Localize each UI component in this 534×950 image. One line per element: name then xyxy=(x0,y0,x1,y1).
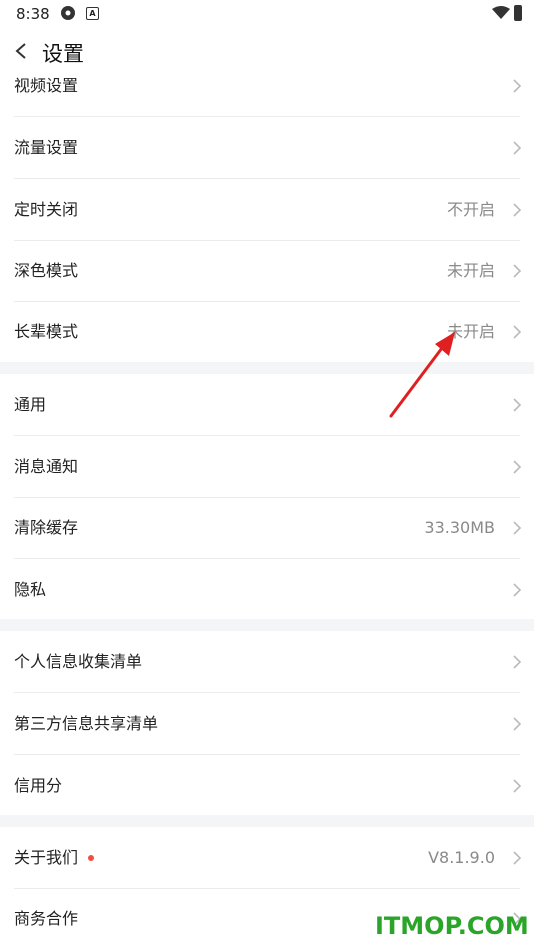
status-bar: 8:38 A xyxy=(0,0,534,28)
settings-row-personal-info-list[interactable]: 个人信息收集清单 xyxy=(0,631,534,693)
row-label: 流量设置 xyxy=(14,138,79,157)
row-value: 33.30MB xyxy=(424,518,495,537)
row-label: 深色模式 xyxy=(14,261,79,280)
row-label: 视频设置 xyxy=(14,76,79,95)
watermark: ITMOP.COM xyxy=(375,912,529,940)
row-label: 通用 xyxy=(14,395,47,414)
settings-row-privacy[interactable]: 隐私 xyxy=(0,559,534,621)
row-label: 长辈模式 xyxy=(14,322,79,341)
chevron-right-icon xyxy=(513,203,522,217)
chevron-right-icon xyxy=(513,264,522,278)
a-notification-icon: A xyxy=(86,7,99,20)
chevron-right-icon xyxy=(513,655,522,669)
settings-row-video[interactable]: 视频设置 xyxy=(0,55,534,117)
chevron-right-icon xyxy=(513,717,522,731)
annotation-arrow-icon xyxy=(389,332,455,418)
chevron-right-icon xyxy=(513,79,522,93)
chevron-right-icon xyxy=(513,398,522,412)
row-label: 隐私 xyxy=(14,580,47,599)
chevron-right-icon xyxy=(513,325,522,339)
row-label: 定时关闭 xyxy=(14,200,79,219)
chevron-right-icon xyxy=(513,583,522,597)
row-value: 不开启 xyxy=(446,200,495,219)
row-label: 第三方信息共享清单 xyxy=(14,714,159,733)
row-label: 清除缓存 xyxy=(14,518,79,537)
app-notification-icon xyxy=(61,6,75,20)
chevron-right-icon xyxy=(513,521,522,535)
chevron-right-icon xyxy=(513,460,522,474)
settings-row-clear-cache[interactable]: 清除缓存 33.30MB xyxy=(0,497,534,559)
chevron-right-icon xyxy=(513,851,522,865)
settings-row-timer-off[interactable]: 定时关闭 不开启 xyxy=(0,179,534,241)
settings-row-traffic[interactable]: 流量设置 xyxy=(0,117,534,179)
wifi-icon xyxy=(492,6,510,19)
settings-row-credit-score[interactable]: 信用分 xyxy=(0,755,534,817)
section-gap xyxy=(0,815,534,827)
chevron-right-icon xyxy=(513,141,522,155)
settings-row-third-party-list[interactable]: 第三方信息共享清单 xyxy=(0,693,534,755)
row-label: 消息通知 xyxy=(14,457,79,476)
row-value: 未开启 xyxy=(446,261,495,280)
status-time: 8:38 xyxy=(16,5,50,23)
row-label: 关于我们 xyxy=(14,848,79,867)
settings-row-about-us[interactable]: 关于我们 V8.1.9.0 xyxy=(0,827,534,889)
battery-icon xyxy=(514,5,522,21)
row-label: 个人信息收集清单 xyxy=(14,652,143,671)
row-label: 信用分 xyxy=(14,776,63,795)
row-label: 商务合作 xyxy=(14,909,79,928)
chevron-right-icon xyxy=(513,779,522,793)
new-badge-dot xyxy=(88,855,94,861)
settings-row-dark-mode[interactable]: 深色模式 未开启 xyxy=(0,240,534,302)
row-value: V8.1.9.0 xyxy=(428,848,495,867)
settings-row-notifications[interactable]: 消息通知 xyxy=(0,436,534,498)
section-gap xyxy=(0,619,534,631)
